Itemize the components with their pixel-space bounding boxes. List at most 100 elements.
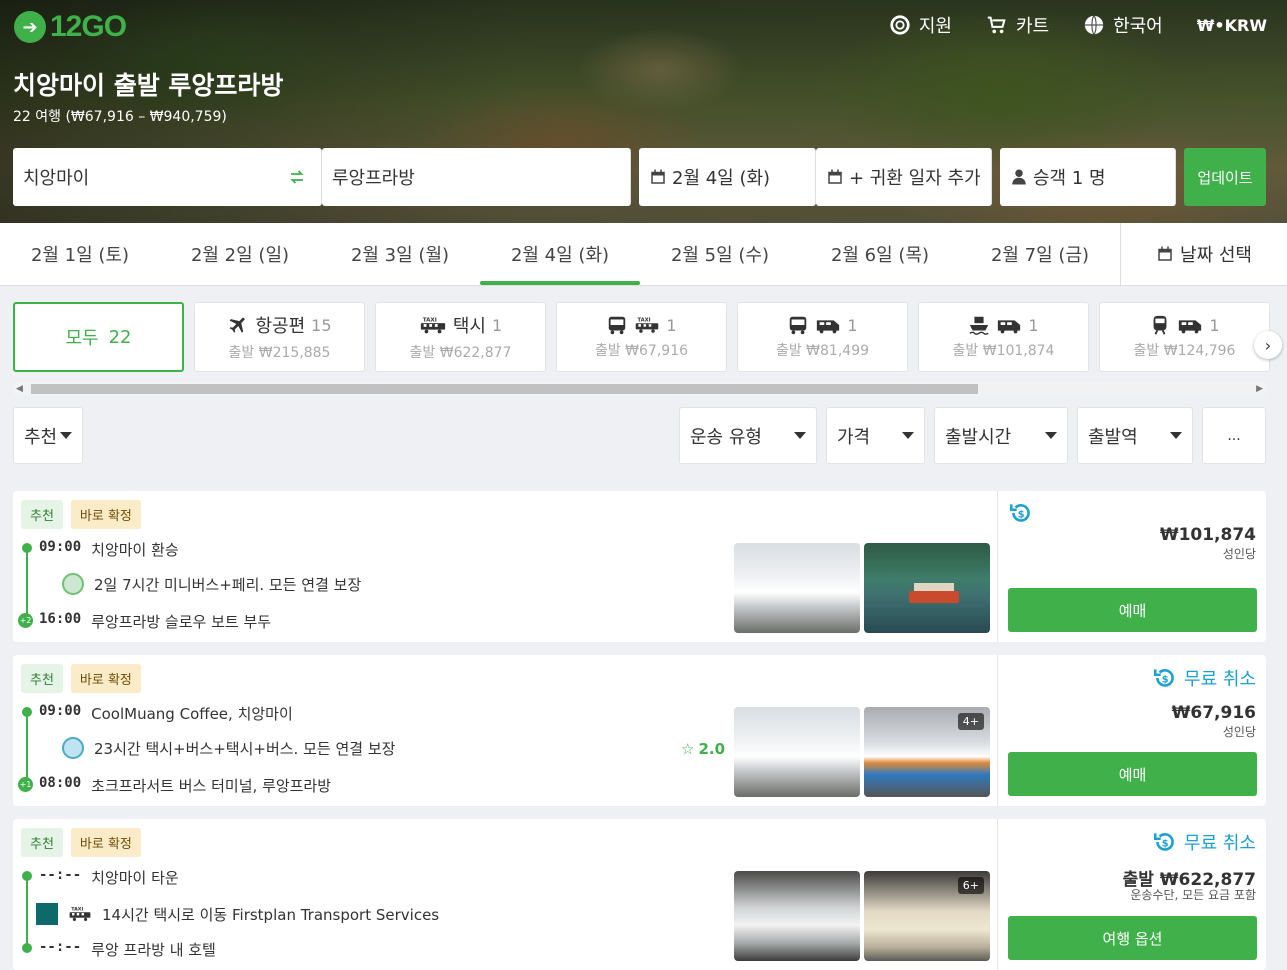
trip-info[interactable]: 2일 7시간 미니버스+페리. 모든 연결 보장 <box>62 573 361 595</box>
mode-from-price: 출발 ₩67,916 <box>594 343 689 359</box>
more-filters-button[interactable]: ... <box>1202 407 1266 464</box>
from-field[interactable]: 치앙마이 <box>13 148 322 206</box>
taxi-icon: TAXI <box>636 318 659 333</box>
book-button[interactable]: 예매 <box>1008 752 1257 796</box>
star-icon: ☆ <box>681 740 695 758</box>
result-price-panel: $ ₩101,874 성인당 예매 <box>998 491 1266 642</box>
swap-icon[interactable] <box>288 168 306 186</box>
search-form: 치앙마이 루앙프라방 2월 4일 (화) + 귀환 일자 추가 승객 1 명 업… <box>13 148 1266 206</box>
passengers-field[interactable]: 승객 1 명 <box>1000 148 1176 206</box>
nav-support[interactable]: 지원 <box>889 12 952 38</box>
departure-time-filter[interactable]: 출발시간 <box>934 407 1068 464</box>
mode-bus-van[interactable]: 1 출발 ₩81,499 <box>737 302 908 372</box>
vehicle-photo[interactable] <box>734 707 860 797</box>
date-tab[interactable]: 2월 7일 (금) <box>960 223 1120 285</box>
mode-count: 1 <box>666 315 677 335</box>
logo-text: 12GO <box>50 10 127 43</box>
more-photos-badge: 4+ <box>957 713 984 730</box>
mode-taxi[interactable]: TAXI 택시 1 출발 ₩622,877 <box>375 302 546 372</box>
price-note: 성인당 <box>1222 725 1256 739</box>
modes-next-button[interactable]: › <box>1254 331 1282 359</box>
mode-from-price: 출발 ₩101,874 <box>952 343 1055 359</box>
vehicle-photo[interactable] <box>864 543 990 633</box>
result-card[interactable]: 추천 바로 확정 --:-- 치앙마이 타운 TAXI 14시간 택시로 이동 … <box>13 819 1266 970</box>
day-offset-badge: +2 <box>18 613 33 628</box>
mode-ferry-van[interactable]: 1 출발 ₩101,874 <box>918 302 1089 372</box>
cart-icon <box>987 16 1006 34</box>
arrival-stop[interactable]: --:-- 루앙 프라방 내 호텔 <box>39 939 216 960</box>
nav-language[interactable]: 한국어 <box>1083 12 1163 38</box>
date-tab[interactable]: 2월 3일 (월) <box>320 223 480 285</box>
nav-language-label: 한국어 <box>1113 16 1163 37</box>
scrollbar-thumb[interactable] <box>31 384 978 394</box>
logo[interactable]: ➔ 12GO <box>14 10 127 44</box>
price: ₩67,916 <box>1171 703 1256 723</box>
mode-bus-taxi[interactable]: TAXI 1 출발 ₩67,916 <box>556 302 727 372</box>
to-field[interactable]: 루앙프라방 <box>322 148 631 206</box>
date-tab[interactable]: 2월 2일 (일) <box>160 223 320 285</box>
date-tab[interactable]: 2월 1일 (토) <box>0 223 160 285</box>
vehicle-photo[interactable]: 6+ <box>864 871 990 961</box>
update-button[interactable]: 업데이트 <box>1184 148 1266 206</box>
trip-options-button[interactable]: 여행 옵션 <box>1008 916 1257 960</box>
caret-down-icon <box>1170 432 1182 439</box>
operator-logo-icon <box>62 573 84 595</box>
logo-mark-icon: ➔ <box>14 11 46 43</box>
free-cancel[interactable]: $ 무료 취소 <box>1152 665 1256 691</box>
mode-train-van[interactable]: 1 출발 ₩124,796 <box>1099 302 1270 372</box>
nav-cart[interactable]: 카트 <box>986 12 1049 38</box>
mode-from-price: 출발 ₩622,877 <box>409 345 512 361</box>
book-button[interactable]: 예매 <box>1008 588 1257 632</box>
date-tab[interactable]: 2월 6일 (목) <box>800 223 960 285</box>
date-picker-button[interactable]: 날짜 선택 <box>1120 223 1287 285</box>
date-value: 2월 4일 (화) <box>672 168 771 189</box>
route-summary: 22 여행 (₩67,916 – ₩940,759) <box>13 109 227 125</box>
date-tab-active[interactable]: 2월 4일 (화) <box>480 223 640 285</box>
arrival-stop[interactable]: 16:00 루앙프라방 슬로우 보트 부두 <box>39 611 271 632</box>
timeline-start-dot <box>22 707 32 717</box>
recommended-badge: 추천 <box>21 500 63 529</box>
result-price-panel: $ 무료 취소 출발 ₩622,877 운송수단, 모든 요금 포함 여행 옵션 <box>998 819 1266 970</box>
user-icon <box>1012 169 1026 185</box>
trip-info[interactable]: TAXI 14시간 택시로 이동 Firstplan Transport Ser… <box>36 903 439 925</box>
mode-from-price: 출발 ₩215,885 <box>228 345 331 361</box>
departure-stop[interactable]: --:-- 치앙마이 타운 <box>39 867 179 888</box>
free-cancel[interactable]: $ 무료 취소 <box>1152 829 1256 855</box>
departure-place: 치앙마이 환승 <box>91 541 179 559</box>
caret-down-icon <box>1045 432 1057 439</box>
result-card[interactable]: 추천 바로 확정 +1 09:00 CoolMuang Coffee, 치앙마이… <box>13 655 1266 806</box>
modes-scrollbar[interactable]: ◀ ▶ <box>13 382 1266 396</box>
departure-stop[interactable]: 09:00 CoolMuang Coffee, 치앙마이 <box>39 703 293 724</box>
return-date-field[interactable]: + 귀환 일자 추가 <box>816 148 992 206</box>
nav-cart-label: 카트 <box>1015 16 1050 37</box>
price-filter[interactable]: 가격 <box>826 407 925 464</box>
scroll-right-icon[interactable]: ▶ <box>1256 384 1263 394</box>
caret-down-icon <box>902 432 914 439</box>
recommended-badge: 추천 <box>21 664 63 693</box>
refund-icon: $ <box>1153 669 1174 687</box>
mode-all[interactable]: 모두 22 <box>13 302 184 372</box>
vehicle-photo[interactable] <box>734 871 860 961</box>
date-tab[interactable]: 2월 5일 (수) <box>640 223 800 285</box>
trip-info[interactable]: 23시간 택시+버스+택시+버스. 모든 연결 보장 <box>62 737 395 759</box>
rating[interactable]: ☆ 2.0 <box>681 740 725 758</box>
taxi-icon: TAXI <box>69 907 91 922</box>
vehicle-photo[interactable] <box>734 543 860 633</box>
arrival-time: --:-- <box>39 939 82 955</box>
nav-currency[interactable]: ₩•KRW <box>1197 16 1267 35</box>
trip-description: 14시간 택시로 이동 Firstplan Transport Services <box>102 905 440 924</box>
mode-flight[interactable]: 항공편 15 출발 ₩215,885 <box>194 302 365 372</box>
arrival-stop[interactable]: 08:00 초크프라서트 버스 터미널, 루앙프라방 <box>39 775 331 796</box>
refund-icon: $ <box>1153 833 1174 851</box>
free-cancel-label: 무료 취소 <box>1184 833 1256 854</box>
sort-dropdown[interactable]: 추천 <box>13 407 83 464</box>
station-filter[interactable]: 출발역 <box>1077 407 1193 464</box>
scroll-left-icon[interactable]: ◀ <box>16 384 23 394</box>
transport-type-filter[interactable]: 운송 유형 <box>679 407 817 464</box>
vehicle-photo[interactable]: 4+ <box>864 707 990 797</box>
date-field[interactable]: 2월 4일 (화) <box>639 148 816 206</box>
from-value: 치앙마이 <box>23 168 90 189</box>
departure-stop[interactable]: 09:00 치앙마이 환승 <box>39 539 179 560</box>
result-card[interactable]: 추천 바로 확정 +2 09:00 치앙마이 환승 2일 7시간 미니버스+페리… <box>13 491 1266 642</box>
result-price-panel: $ 무료 취소 ₩67,916 성인당 예매 <box>998 655 1266 806</box>
